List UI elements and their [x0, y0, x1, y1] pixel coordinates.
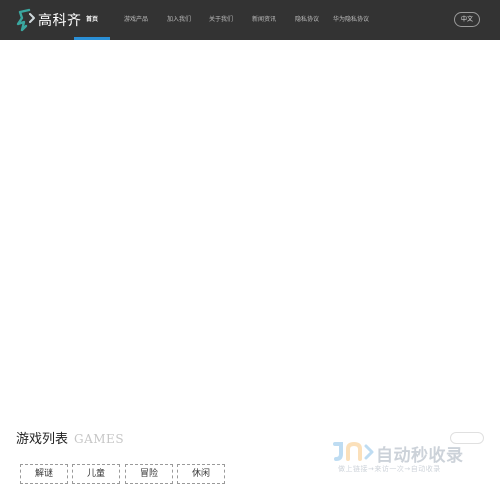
games-section-heading: 游戏列表 GAMES	[16, 428, 124, 448]
watermark-overlay: 自动秒收录 做上链接→来访一次→自动收录	[328, 432, 488, 478]
nav-item-home[interactable]: 首页	[86, 0, 98, 40]
nav-item-join-us[interactable]: 加入我们	[167, 0, 191, 40]
nav-item-about-us[interactable]: 关于我们	[209, 0, 233, 40]
watermark-main-text: 自动秒收录	[376, 446, 464, 466]
nav-item-privacy[interactable]: 隐私协议	[295, 0, 319, 40]
games-section-title-en: GAMES	[74, 432, 125, 446]
nav-item-game-products[interactable]: 游戏产品	[124, 0, 148, 40]
category-puzzle-button[interactable]: 解谜	[20, 464, 68, 484]
nav-item-huawei-privacy[interactable]: 华为隐私协议	[333, 0, 369, 40]
category-casual-button[interactable]: 休闲	[177, 464, 225, 484]
games-section-title: 游戏列表	[16, 432, 69, 447]
watermark-sub-text: 做上链接→来访一次→自动收录	[338, 465, 441, 473]
watermark-logo-icon	[333, 441, 374, 461]
nav-item-news[interactable]: 新闻资讯	[252, 0, 276, 40]
category-kids-button[interactable]: 儿童	[72, 464, 120, 484]
active-nav-indicator	[74, 37, 110, 40]
top-navigation-bar: 高科齐 首页 游戏产品 加入我们 关于我们 新闻资讯 隐私协议 华为隐私协议 中…	[0, 0, 500, 40]
category-adventure-button[interactable]: 冒险	[125, 464, 173, 484]
language-switch-button[interactable]: 中文	[454, 12, 480, 27]
main-nav: 首页 游戏产品 加入我们 关于我们 新闻资讯 隐私协议 华为隐私协议	[0, 0, 500, 40]
